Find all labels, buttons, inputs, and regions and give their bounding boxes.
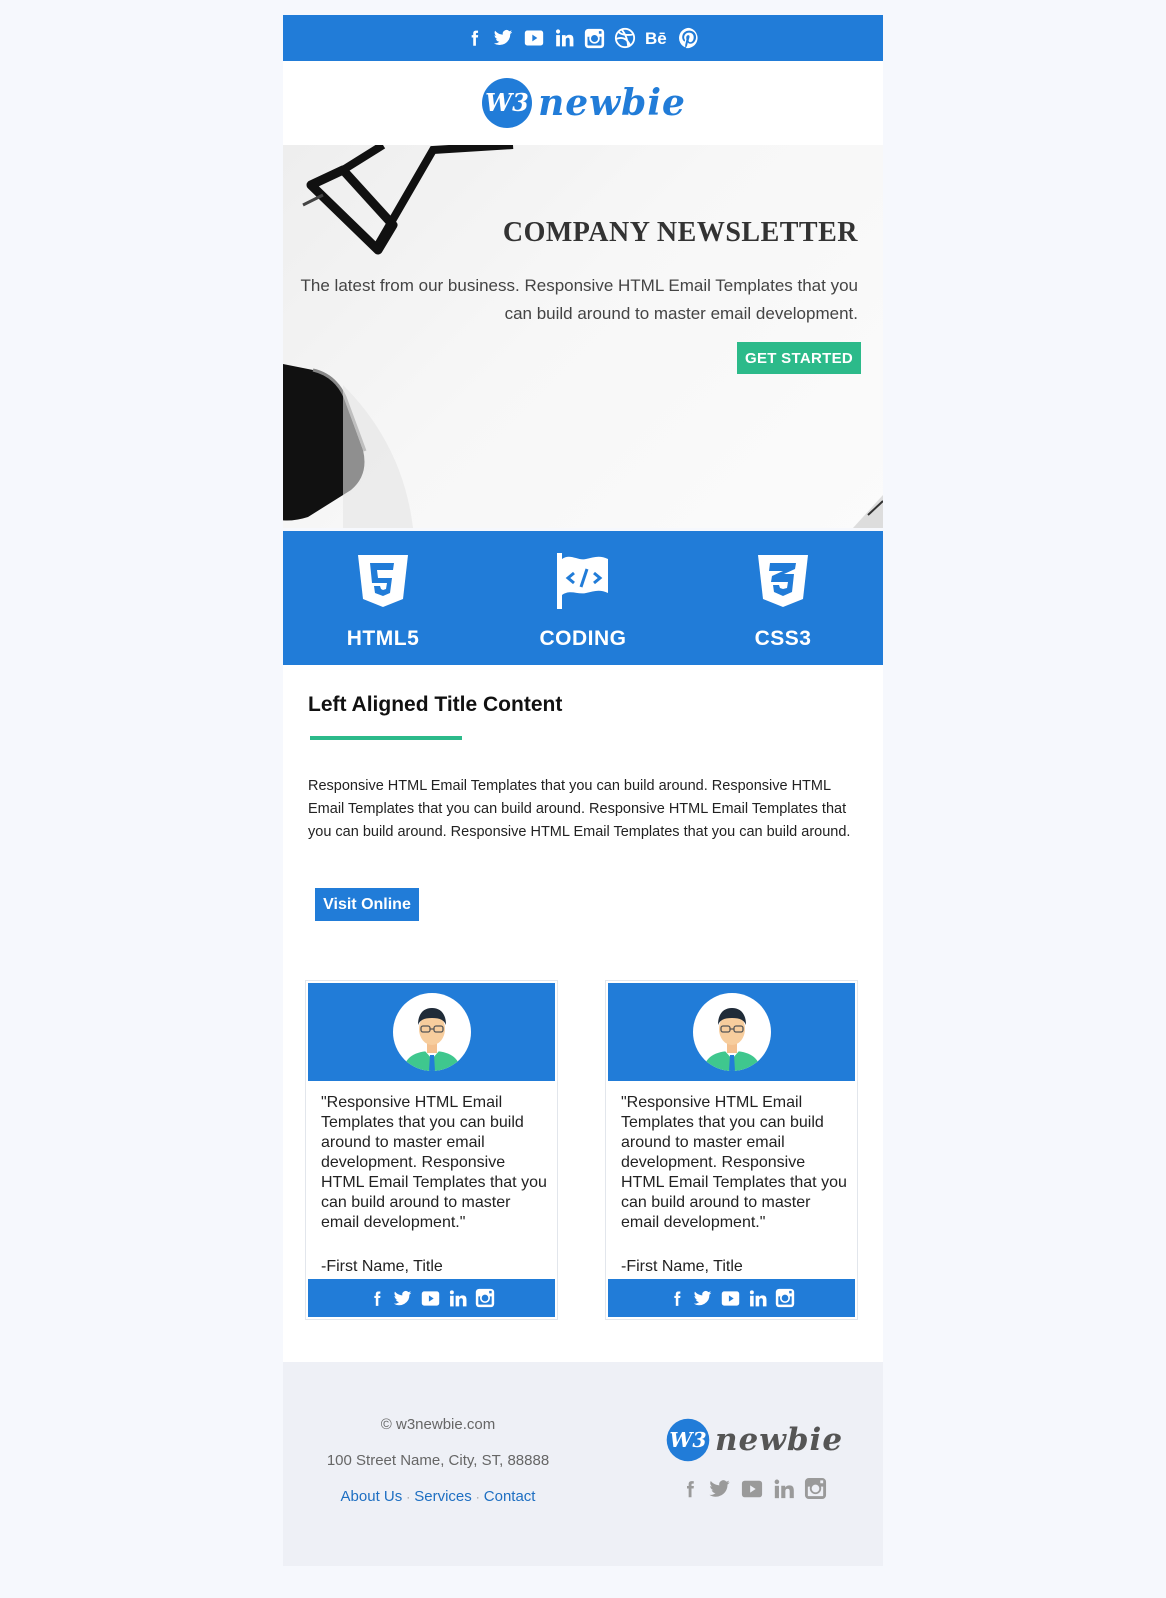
w3newbie-logo[interactable]: W3 newbie [480, 76, 686, 130]
testimonial-card: "Responsive HTML Email Templates that yo… [305, 980, 558, 1320]
testimonial-social-bar [308, 1279, 555, 1317]
get-started-button[interactable]: GET STARTED [737, 342, 861, 374]
feature-coding: CODING [483, 531, 683, 665]
w3-logo-mark: W3 [666, 1418, 710, 1462]
testimonial-quote: "Responsive HTML Email Templates that yo… [321, 1094, 547, 1231]
facebook-icon[interactable] [669, 1289, 685, 1308]
logo-bar: W3 newbie [283, 61, 883, 145]
feature-html5: HTML5 [283, 531, 483, 665]
testimonial-social-bar [608, 1279, 855, 1317]
facebook-icon[interactable] [369, 1289, 385, 1308]
main-content: Left Aligned Title Content Responsive HT… [283, 665, 883, 1362]
behance-icon[interactable]: Bē [645, 29, 669, 47]
svg-text:Bē: Bē [645, 29, 667, 47]
testimonial-author: -First Name, Title [621, 1258, 743, 1275]
twitter-icon[interactable] [392, 1289, 413, 1308]
svg-text:W3: W3 [485, 88, 529, 117]
facebook-icon[interactable] [466, 28, 483, 48]
footer: © w3newbie.com 100 Street Name, City, ST… [283, 1362, 883, 1566]
testimonial-card: "Responsive HTML Email Templates that yo… [605, 980, 858, 1320]
footer-social [681, 1477, 827, 1500]
youtube-icon[interactable] [420, 1289, 441, 1308]
section-text: Responsive HTML Email Templates that you… [308, 778, 851, 840]
svg-text:W3: W3 [669, 1428, 706, 1452]
about-us-link[interactable]: About Us [341, 1488, 403, 1505]
footer-info: © w3newbie.com 100 Street Name, City, ST… [283, 1416, 593, 1524]
title-underline [310, 736, 462, 740]
avatar [392, 993, 471, 1071]
hero-background-image [283, 145, 883, 528]
testimonial-quote: "Responsive HTML Email Templates that yo… [621, 1094, 847, 1231]
feature-css3: CSS3 [683, 531, 883, 665]
linkedin-icon[interactable] [554, 28, 575, 48]
footer-address: 100 Street Name, City, ST, 88888 [326, 1452, 550, 1469]
footer-logo[interactable]: W3 newbie [665, 1417, 843, 1463]
section-title: Left Aligned Title Content [308, 693, 563, 716]
avatar [692, 993, 771, 1071]
visit-online-button[interactable]: Visit Online [315, 888, 419, 921]
hero-title: COMPANY NEWSLETTER [502, 217, 858, 248]
contact-link[interactable]: Contact [484, 1488, 536, 1505]
logo-text: newbie [714, 1422, 844, 1458]
instagram-icon[interactable] [804, 1477, 827, 1500]
html5-icon [358, 555, 408, 607]
css3-icon [758, 555, 808, 607]
services-link[interactable]: Services [414, 1488, 472, 1505]
dribbble-icon[interactable] [614, 27, 636, 49]
instagram-icon[interactable] [584, 28, 605, 49]
pinterest-icon[interactable] [678, 27, 700, 49]
linkedin-icon[interactable] [448, 1289, 468, 1308]
footer-brand: W3 newbie [666, 1417, 842, 1500]
testimonial-author: -First Name, Title [321, 1258, 443, 1275]
twitter-icon[interactable] [708, 1477, 731, 1500]
feature-label: CODING [539, 627, 627, 650]
hero-text: The latest from our business. Responsive… [300, 276, 858, 323]
feature-label: CSS3 [754, 627, 812, 650]
youtube-icon[interactable] [523, 28, 545, 48]
linkedin-icon[interactable] [773, 1477, 795, 1500]
linkedin-icon[interactable] [748, 1289, 768, 1308]
instagram-icon[interactable] [775, 1288, 795, 1308]
twitter-icon[interactable] [492, 28, 514, 48]
w3-logo-mark: W3 [482, 78, 533, 128]
hero-banner: COMPANY NEWSLETTER The latest from our b… [283, 145, 883, 528]
testimonial-header [308, 983, 555, 1081]
testimonial-header [608, 983, 855, 1081]
instagram-icon[interactable] [475, 1288, 495, 1308]
features-row: HTML5 CODING CSS3 [283, 531, 883, 665]
youtube-icon[interactable] [720, 1289, 741, 1308]
top-social-bar: Bē [283, 15, 883, 61]
facebook-icon[interactable] [681, 1477, 699, 1500]
footer-links: About Us · Services · Contact [340, 1488, 536, 1505]
code-flag-icon [557, 553, 608, 609]
twitter-icon[interactable] [692, 1289, 713, 1308]
logo-text: newbie [538, 82, 686, 124]
youtube-icon[interactable] [740, 1477, 764, 1500]
feature-label: HTML5 [346, 627, 420, 650]
footer-copyright: © w3newbie.com [380, 1416, 496, 1433]
